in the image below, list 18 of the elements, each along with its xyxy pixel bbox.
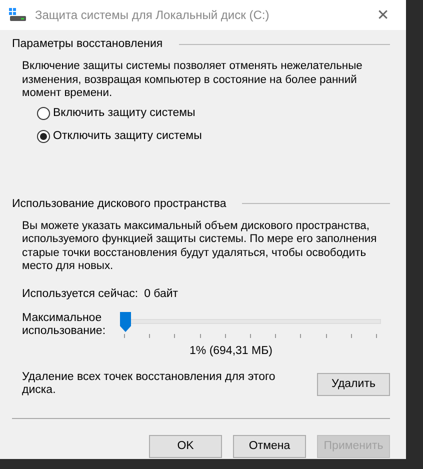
- description-text: Вы можете указать максимальный объем дискового пространства, используемого функцией защиты системы. По мере его заполнения старые точки восстановления будут удаляться, чтобы освободить место для новых.: [22, 220, 378, 274]
- window-title: Защита системы для Локальный диск (C:): [35, 8, 270, 22]
- slider-thumb[interactable]: [120, 312, 131, 332]
- group-heading: Использование дискового пространства: [12, 198, 226, 210]
- delete-button[interactable]: Удалить: [317, 372, 390, 396]
- description-text: Включение защиты системы позволяет отменять нежелательные изменения, возвращая компьютер в состояние на более ранний момент времени.: [22, 60, 364, 100]
- radio-option[interactable]: Отключить защиту системы: [37, 130, 390, 142]
- radio-option[interactable]: Включить защиту системы: [37, 106, 390, 120]
- delete-description: Удаление всех точек восстановления для этого диска.: [22, 370, 276, 398]
- max-usage-label: Максимальное использование:: [22, 312, 107, 339]
- close-button[interactable]: ✕: [360, 0, 406, 30]
- usage-reading: 1% (694,31 МБ): [188, 344, 274, 356]
- usage-value: 0 байт: [144, 288, 178, 300]
- group-heading: Параметры восстановления: [12, 38, 163, 50]
- usage-label: Используется сейчас:: [22, 288, 138, 300]
- drive-icon: [9, 8, 27, 22]
- dialog-button[interactable]: OK: [149, 434, 222, 458]
- dialog-button[interactable]: Отмена: [233, 434, 306, 458]
